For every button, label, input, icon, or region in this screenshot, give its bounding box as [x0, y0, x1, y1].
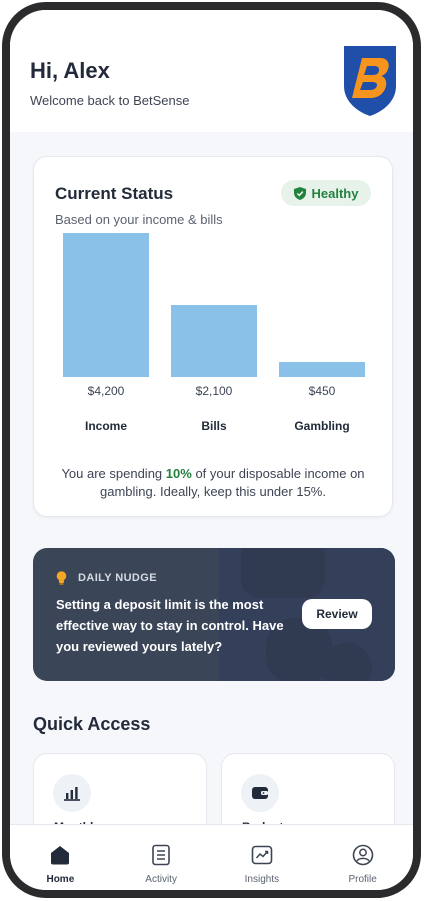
phone-frame: Hi, Alex Welcome back to BetSense B Curr…: [2, 2, 421, 898]
nav-label: Home: [46, 874, 75, 885]
greeting: Hi, Alex: [30, 58, 110, 83]
quick-access-title: Quick Access: [33, 714, 151, 734]
list-icon: [152, 844, 170, 866]
header: Hi, Alex Welcome back to BetSense B: [10, 10, 413, 132]
screen: Hi, Alex Welcome back to BetSense B Curr…: [10, 10, 413, 890]
nav-home[interactable]: Home: [10, 825, 111, 890]
home-icon: [51, 846, 70, 865]
badge-label: Healthy: [311, 185, 359, 201]
bar-gambling: [279, 361, 365, 377]
status-card: Current Status Based on your income & bi…: [33, 156, 393, 517]
lightbulb-icon: [56, 571, 67, 585]
bar-category-label: Gambling: [294, 419, 350, 433]
nav-label: Activity: [145, 874, 177, 885]
spending-bar-chart: $4,200 Income $2,100 Bills $450 Gambling: [63, 233, 365, 447]
status-title: Current Status: [55, 184, 174, 203]
nav-label: Insights: [244, 874, 280, 885]
bottom-nav: Home Activity Insights Profile: [10, 824, 413, 890]
daily-nudge-card: DAILY NUDGE Setting a deposit limit is t…: [33, 548, 395, 681]
trend-icon: [251, 845, 273, 865]
betsense-logo-icon: B: [344, 46, 396, 116]
note-percentage: 10%: [165, 466, 192, 481]
status-badge: Healthy: [281, 180, 371, 206]
bar-value-label: $4,200: [87, 384, 125, 398]
decor-shape: [241, 548, 325, 598]
welcome-subtitle: Welcome back to BetSense: [30, 93, 190, 108]
bar-category-label: Bills: [201, 419, 227, 433]
bar-category-label: Income: [84, 419, 127, 433]
nudge-tag: DAILY NUDGE: [78, 572, 157, 584]
qa-icon-bg: [241, 774, 279, 812]
bar-value-label: $2,100: [195, 384, 233, 398]
nav-label: Profile: [348, 874, 377, 885]
nav-activity[interactable]: Activity: [111, 825, 212, 890]
nudge-text: Setting a deposit limit is the most effe…: [56, 597, 284, 654]
status-subtitle: Based on your income & bills: [55, 212, 223, 227]
wallet-icon: [252, 787, 268, 799]
nav-profile[interactable]: Profile: [312, 825, 413, 890]
bar-income: [63, 233, 149, 377]
shield-check-icon: [293, 186, 306, 200]
profile-icon: [352, 844, 373, 866]
bar-value-label: $450: [308, 384, 336, 398]
bar-bills: [171, 305, 257, 377]
bar-chart-icon: [64, 787, 80, 801]
note-prefix: You are spending: [61, 466, 163, 481]
qa-icon-bg: [53, 774, 91, 812]
spending-note: You are spending 10% of your disposable …: [50, 465, 376, 501]
nav-insights[interactable]: Insights: [212, 825, 313, 890]
review-button[interactable]: Review: [302, 599, 372, 629]
